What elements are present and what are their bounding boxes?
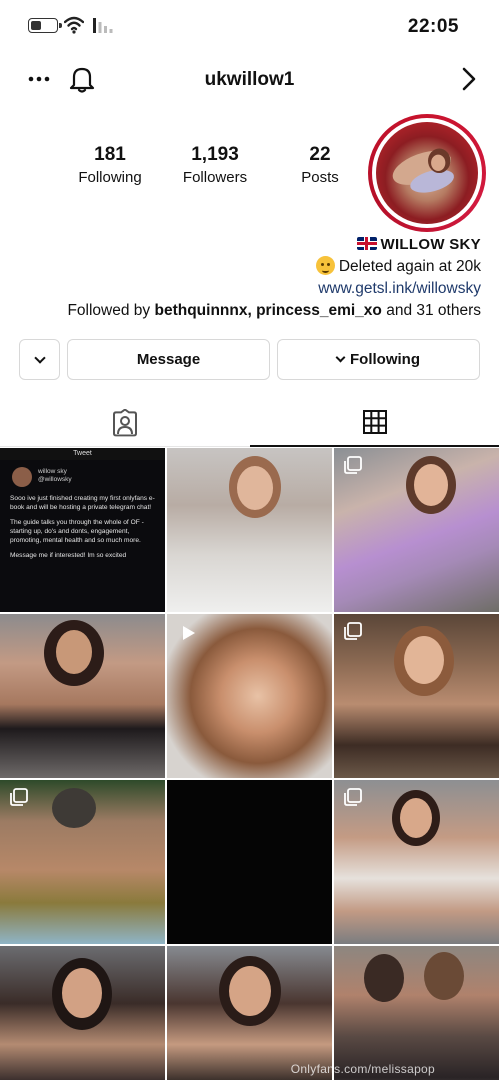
stat-following-label: Following — [78, 169, 142, 186]
posts-grid: Tweet willow sky @willowsky Sooo ive jus… — [0, 448, 499, 1080]
tweet-author-name: willow sky — [38, 468, 67, 475]
tweet-paragraph: Sooo ive just finished creating my first… — [10, 495, 155, 511]
stat-followers[interactable]: 1,193 Followers — [175, 144, 255, 186]
grid-post-1[interactable]: Tweet willow sky @willowsky Sooo ive jus… — [0, 448, 165, 612]
carousel-icon — [344, 456, 362, 474]
following-button-label: Following — [350, 351, 420, 368]
tab-tagged[interactable] — [0, 399, 249, 447]
followed-by[interactable]: Followed by bethquinnnx, princess_emi_xo… — [11, 300, 481, 322]
back-icon[interactable] — [455, 64, 481, 94]
stat-following-count: 181 — [94, 144, 126, 165]
battery-icon — [28, 18, 62, 33]
profile-bio: WILLOW SKY Deleted again at 20k www.gets… — [11, 234, 481, 322]
tweet-avatar — [12, 467, 32, 487]
grid-post-2[interactable] — [167, 448, 332, 612]
grid-post-5[interactable] — [167, 614, 332, 778]
stat-posts-count: 22 — [309, 144, 331, 165]
message-button[interactable]: Message — [67, 339, 270, 380]
display-name: WILLOW SKY — [380, 236, 481, 253]
tweet-header: Tweet — [0, 448, 165, 460]
stat-posts-label: Posts — [301, 169, 339, 186]
uk-flag-icon — [356, 237, 377, 250]
signal-icon — [93, 18, 113, 33]
bio-text: Deleted again at 20k — [338, 258, 481, 275]
chevron-down-icon — [335, 352, 346, 363]
profile-username: ukwillow1 — [204, 69, 295, 90]
stat-following[interactable]: 181 Following — [70, 144, 150, 186]
grid-post-11[interactable] — [167, 946, 332, 1080]
grid-post-7[interactable] — [0, 780, 165, 944]
grid-post-4[interactable] — [0, 614, 165, 778]
reel-icon — [183, 626, 195, 640]
suggested-accounts-button[interactable] — [19, 339, 60, 380]
carousel-icon — [10, 788, 28, 806]
carousel-icon — [344, 788, 362, 806]
chevron-down-icon — [33, 351, 46, 364]
carousel-icon — [344, 622, 362, 640]
watermark: Onlyfans.com/melissapop — [290, 1062, 435, 1076]
stat-followers-label: Followers — [182, 169, 248, 186]
grid-post-8[interactable] — [167, 780, 332, 944]
following-button[interactable]: Following — [277, 339, 480, 380]
grid-post-6[interactable] — [334, 614, 499, 778]
status-time: 22:05 — [407, 16, 459, 37]
emoji-icon — [315, 256, 335, 275]
tweet-body: Sooo ive just finished creating my first… — [10, 494, 157, 566]
profile-tabs — [0, 399, 499, 447]
grid-post-12[interactable] — [334, 946, 499, 1080]
tweet-paragraph: The guide talks you through the whole of… — [10, 519, 144, 544]
profile-actions: Following Message — [19, 339, 480, 380]
grid-icon — [362, 410, 387, 434]
tweet-paragraph: Message me if interested! Im so excited — [10, 552, 127, 559]
followed-suffix: and 31 others — [386, 302, 481, 319]
wifi-icon — [64, 16, 84, 34]
avatar-image — [392, 148, 454, 193]
grid-post-10[interactable] — [0, 946, 165, 1080]
bio-link[interactable]: www.getsl.ink/willowsky — [318, 280, 481, 297]
tagged-icon — [112, 409, 137, 437]
grid-post-9[interactable] — [334, 780, 499, 944]
followed-prefix: Followed by — [67, 302, 151, 319]
top-nav: ukwillow1 — [0, 56, 499, 102]
avatar — [376, 122, 478, 224]
grid-post-3[interactable] — [334, 448, 499, 612]
battery-level — [31, 21, 41, 30]
tweet-author-handle: @willowsky — [38, 476, 72, 483]
status-bar: 22:05 — [0, 0, 499, 56]
avatar-story-ring[interactable] — [368, 114, 486, 232]
tab-posts-grid[interactable] — [250, 399, 499, 447]
profile-stats: 181 Following 1,193 Followers 22 Posts — [70, 144, 360, 186]
message-button-label: Message — [136, 351, 201, 368]
followed-users: bethquinnnx, princess_emi_xo — [154, 302, 382, 319]
stat-followers-count: 1,193 — [191, 144, 239, 165]
stat-posts[interactable]: 22 Posts — [280, 144, 360, 186]
